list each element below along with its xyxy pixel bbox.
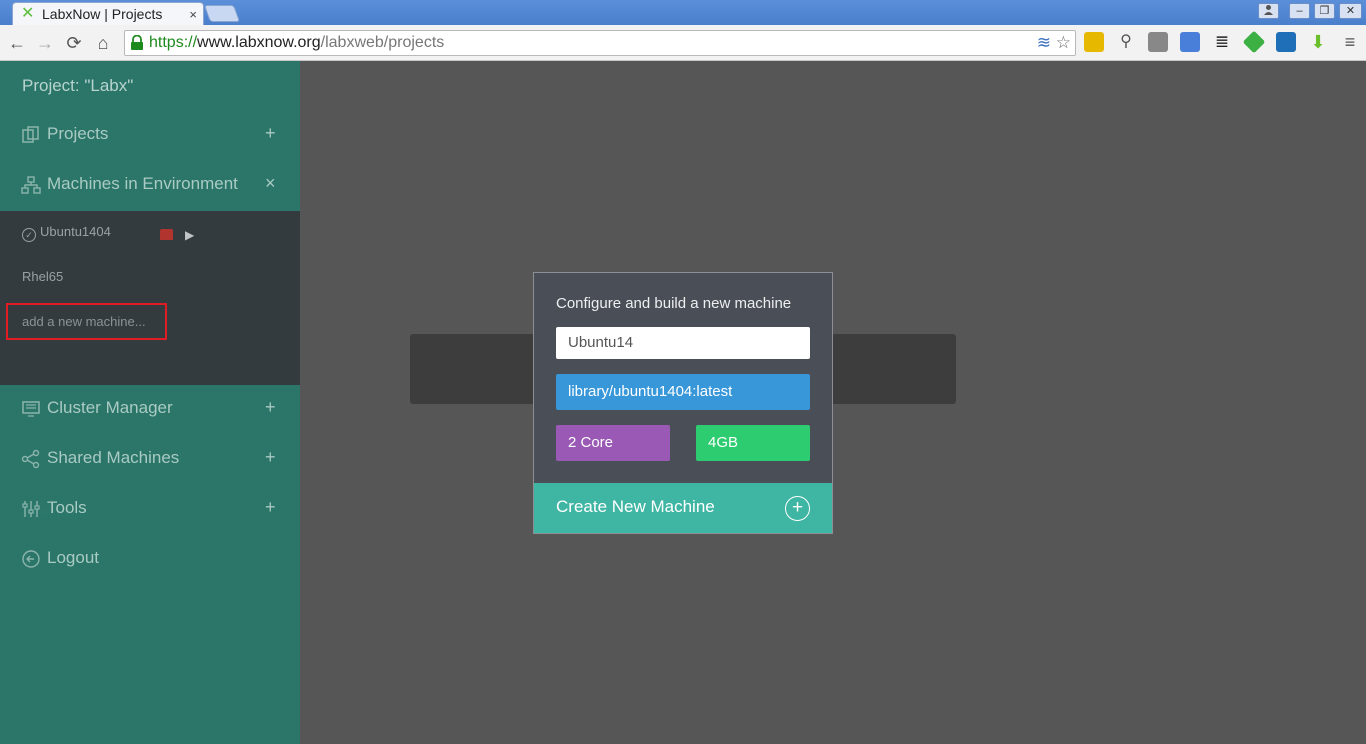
lock-icon xyxy=(131,35,143,50)
close-window-button[interactable]: ✕ xyxy=(1339,3,1362,19)
new-machine-dialog: Configure and build a new machine Ubuntu… xyxy=(533,272,833,534)
sidebar-item-label: Tools xyxy=(47,498,87,517)
logout-icon xyxy=(22,550,40,568)
tab-close-icon[interactable]: × xyxy=(189,7,197,22)
minimize-button[interactable]: – xyxy=(1289,3,1310,19)
sidebar-item-logout[interactable]: Logout xyxy=(0,534,300,584)
sidebar: Project: "Labx" Projects + Machines in E… xyxy=(0,61,300,744)
core-select[interactable]: 2 Core xyxy=(556,425,670,461)
expand-icon[interactable]: + xyxy=(265,447,276,468)
network-icon xyxy=(21,176,41,194)
labxnow-favicon-icon: ✕ xyxy=(21,5,35,22)
create-new-machine-button[interactable]: Create New Machine + xyxy=(534,483,832,533)
sidebar-item-label: Machines in Environment xyxy=(47,174,238,193)
machines-submenu: ✓ Ubuntu1404 Rhel65 Invite friends xyxy=(0,211,300,521)
machine-item-rhel65[interactable]: Rhel65 xyxy=(22,269,63,284)
back-icon[interactable]: ← xyxy=(6,32,28,54)
add-new-machine-link[interactable]: add a new machine... xyxy=(6,303,167,340)
sidebar-item-cluster-manager[interactable]: Cluster Manager + xyxy=(0,384,300,434)
bookmark-star-icon[interactable]: ☆ xyxy=(1056,33,1071,52)
sidebar-item-label: Projects xyxy=(47,124,109,143)
extension-keyboard-icon[interactable] xyxy=(1148,32,1168,52)
extension-translate-icon[interactable] xyxy=(1180,32,1200,52)
project-title: Project: "Labx" xyxy=(22,76,134,95)
browser-toolbar: ← → ⟳ ⌂ https://www.labxnow.org/labxweb/… xyxy=(0,25,1366,61)
profile-icon[interactable] xyxy=(1258,3,1279,19)
page-action-icon[interactable]: ≋ xyxy=(1037,33,1051,52)
collapse-close-icon[interactable]: × xyxy=(265,173,276,194)
machine-item-ubuntu1404[interactable]: ✓ Ubuntu1404 xyxy=(22,224,111,242)
expand-icon[interactable]: + xyxy=(265,497,276,518)
sidebar-item-tools[interactable]: Tools + xyxy=(0,484,300,534)
menu-icon[interactable]: ≡ xyxy=(1340,32,1360,52)
dialog-title: Configure and build a new machine xyxy=(556,295,792,312)
monitor-icon xyxy=(22,401,40,417)
extension-download-icon[interactable]: ⬇ xyxy=(1308,32,1328,52)
browser-tab[interactable]: ✕ LabxNow | Projects × xyxy=(12,2,204,25)
extension-tool-icon[interactable]: ⚲ xyxy=(1116,32,1136,52)
sidebar-item-label: Shared Machines xyxy=(47,448,180,467)
image-select[interactable]: library/ubuntu1404:latest xyxy=(556,374,810,410)
sidebar-item-projects[interactable]: Projects + xyxy=(0,110,300,160)
sidebar-item-label: Cluster Manager xyxy=(47,398,173,417)
reload-icon[interactable]: ⟳ xyxy=(63,32,85,54)
url-text: https://www.labxnow.org/labxweb/projects xyxy=(149,34,445,51)
extension-s-icon[interactable] xyxy=(1276,32,1296,52)
machine-name-input[interactable]: Ubuntu14 xyxy=(556,327,810,359)
new-tab-button[interactable] xyxy=(203,5,241,22)
extension-drive-icon[interactable] xyxy=(1084,32,1104,52)
memory-select[interactable]: 4GB xyxy=(696,425,810,461)
extension-feedly-icon[interactable] xyxy=(1242,30,1266,54)
sidebar-item-machines[interactable]: Machines in Environment × xyxy=(0,160,300,210)
home-icon[interactable]: ⌂ xyxy=(92,32,114,54)
stop-machine-icon[interactable] xyxy=(160,229,173,240)
restore-button[interactable]: ❐ xyxy=(1314,3,1335,19)
plus-circle-icon: + xyxy=(785,496,810,521)
tools-icon xyxy=(22,501,40,517)
check-circle-icon: ✓ xyxy=(22,228,36,242)
create-button-label: Create New Machine xyxy=(556,497,715,516)
sidebar-item-label: Logout xyxy=(47,548,99,567)
sidebar-item-shared-machines[interactable]: Shared Machines + xyxy=(0,434,300,484)
address-bar[interactable]: https://www.labxnow.org/labxweb/projects… xyxy=(124,30,1076,56)
expand-icon[interactable]: + xyxy=(265,123,276,144)
play-icon[interactable]: ▶ xyxy=(185,228,194,242)
extension-layers-icon[interactable]: ≣ xyxy=(1212,32,1232,52)
share-icon xyxy=(21,449,40,469)
projects-icon xyxy=(22,126,39,143)
forward-icon[interactable]: → xyxy=(34,32,56,54)
browser-titlebar: ✕ LabxNow | Projects × – ❐ ✕ xyxy=(0,0,1366,25)
tab-title: LabxNow | Projects xyxy=(42,6,163,22)
expand-icon[interactable]: + xyxy=(265,397,276,418)
